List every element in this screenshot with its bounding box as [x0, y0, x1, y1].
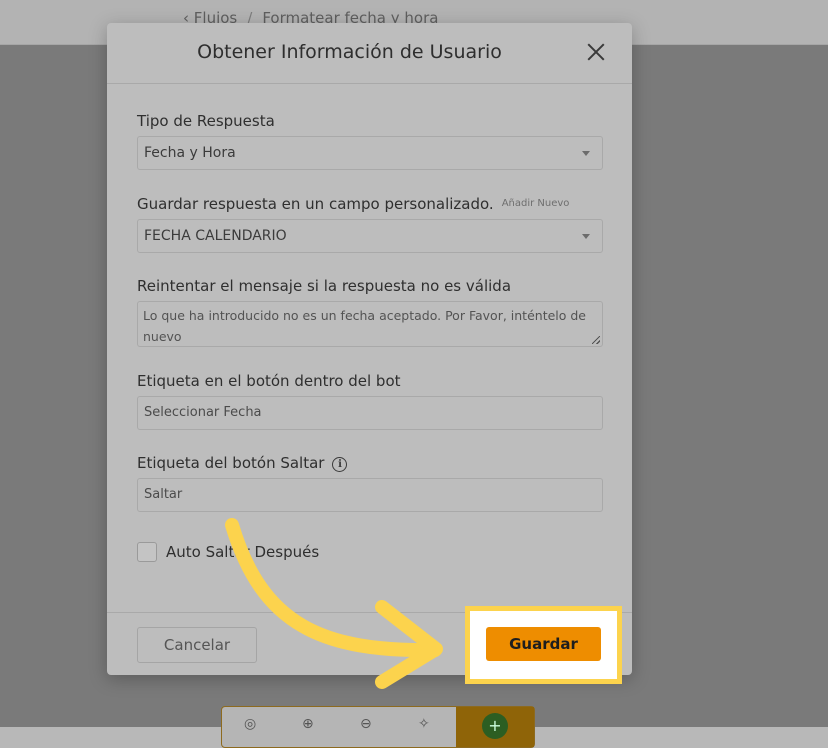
save-field-label-text: Guardar respuesta en un campo personaliz… — [137, 195, 494, 213]
auto-skip-label[interactable]: Auto Saltar Después — [166, 543, 319, 561]
user-info-modal: Obtener Información de Usuario Tipo de R… — [107, 23, 632, 675]
add-new-link[interactable]: Añadir Nuevo — [502, 198, 570, 209]
retry-message-textarea[interactable]: Lo que ha introducido no es un fecha ace… — [137, 301, 603, 347]
skip-button-label-text: Etiqueta del botón Saltar — [137, 454, 325, 472]
info-icon[interactable]: i — [332, 457, 348, 472]
resize-grip-icon[interactable] — [592, 336, 600, 344]
add-node-button[interactable]: + — [456, 707, 534, 747]
save-button[interactable]: Guardar — [486, 627, 601, 661]
close-icon[interactable] — [583, 39, 609, 65]
custom-field-select[interactable]: FECHA CALENDARIO — [137, 219, 603, 253]
skip-button-label: Etiqueta del botón Saltar i — [137, 454, 348, 472]
response-type-value: Fecha y Hora — [144, 145, 236, 161]
response-type-select[interactable]: Fecha y Hora — [137, 136, 603, 170]
response-type-label: Tipo de Respuesta — [137, 112, 275, 130]
skip-button-value: Saltar — [144, 487, 183, 502]
bot-button-label: Etiqueta en el botón dentro del bot — [137, 372, 401, 390]
modal-header: Obtener Información de Usuario — [107, 23, 632, 84]
magic-icon[interactable]: ✧ — [418, 716, 430, 732]
bot-button-value: Seleccionar Fecha — [144, 405, 262, 420]
zoom-out-icon[interactable]: ⊖ — [360, 716, 372, 732]
retry-message-label: Reintentar el mensaje si la respuesta no… — [137, 277, 512, 295]
caret-down-icon — [582, 151, 590, 156]
background-toolbar: ◎ ⊕ ⊖ ✧ + — [221, 706, 535, 748]
retry-message-value: Lo que ha introducido no es un fecha ace… — [143, 308, 586, 344]
save-field-label: Guardar respuesta en un campo personaliz… — [137, 195, 569, 213]
cancel-button[interactable]: Cancelar — [137, 627, 257, 663]
eye-icon[interactable]: ◎ — [244, 716, 256, 732]
bot-button-input[interactable]: Seleccionar Fecha — [137, 396, 603, 430]
auto-skip-checkbox[interactable] — [137, 542, 157, 562]
caret-down-icon — [582, 234, 590, 239]
zoom-in-icon[interactable]: ⊕ — [302, 716, 314, 732]
custom-field-value: FECHA CALENDARIO — [144, 228, 287, 244]
skip-button-input[interactable]: Saltar — [137, 478, 603, 512]
modal-title: Obtener Información de Usuario — [197, 41, 502, 63]
plus-icon: + — [482, 713, 508, 739]
